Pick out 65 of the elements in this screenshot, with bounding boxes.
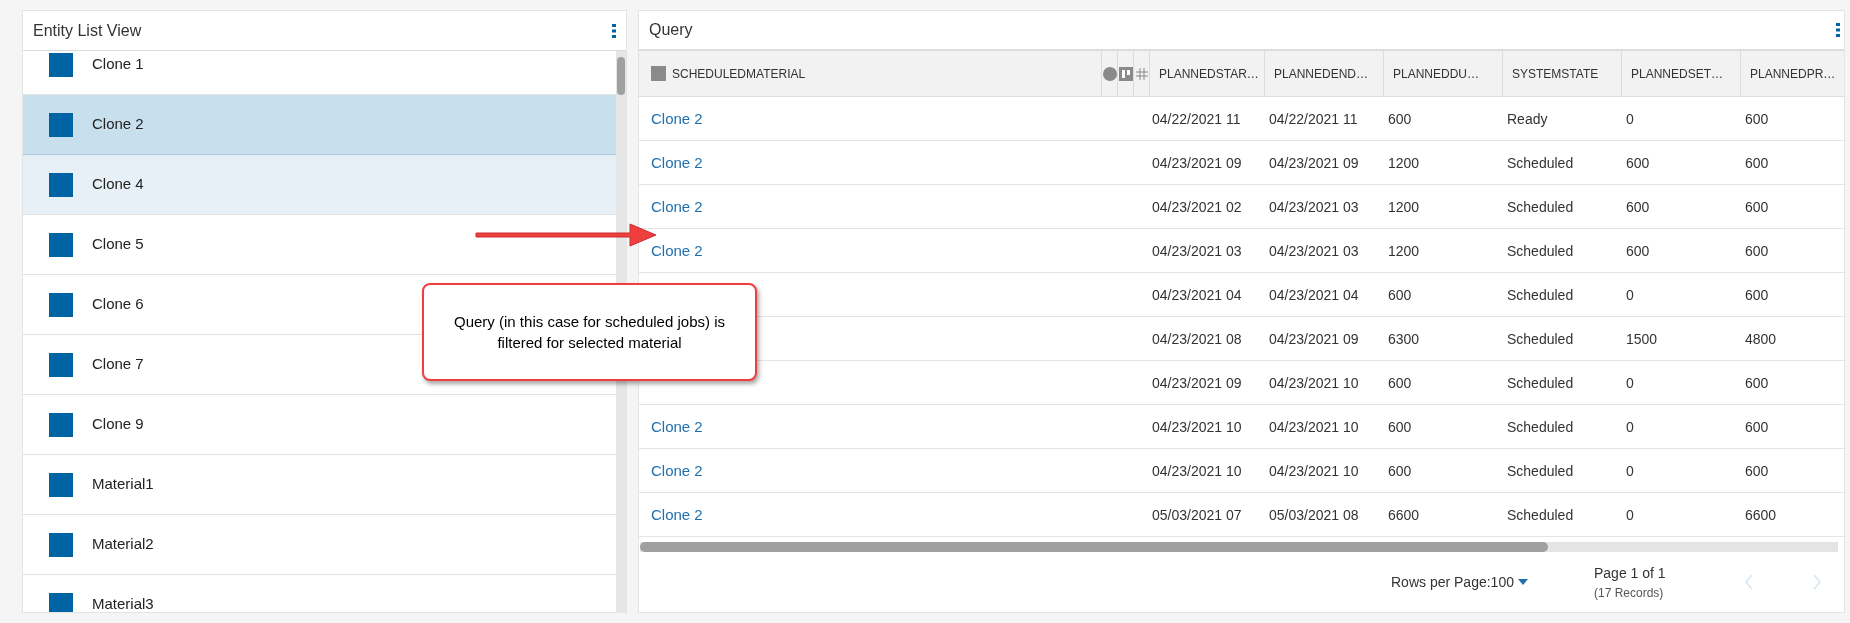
table-cell: Scheduled xyxy=(1507,462,1574,479)
table-cell: 600 xyxy=(1745,462,1769,479)
table-cell: 1200 xyxy=(1388,242,1420,259)
table-cell: 0 xyxy=(1626,462,1634,479)
table-cell: Scheduled xyxy=(1507,506,1574,523)
table-cell: 04/23/2021 10 xyxy=(1269,418,1359,435)
table-cell: 0 xyxy=(1626,374,1634,391)
table-cell: 04/23/2021 03 xyxy=(1269,242,1359,259)
page-indicator: Page 1 of 1 xyxy=(1593,563,1667,583)
table-cell: 04/22/2021 11 xyxy=(1152,110,1241,127)
table-cell: 600 xyxy=(1745,110,1769,127)
table-cell: 1500 xyxy=(1626,330,1658,347)
panel-title: Entity List View xyxy=(33,20,142,41)
table-cell: 6600 xyxy=(1745,506,1777,523)
table-cell: 04/23/2021 09 xyxy=(1152,374,1242,391)
table-cell: 04/23/2021 10 xyxy=(1152,462,1242,479)
annotation-tooltip: Query (in this case for scheduled jobs) is filtered for selected material xyxy=(422,283,757,381)
table-cell: 1200 xyxy=(1388,154,1420,171)
table-cell: 600 xyxy=(1745,198,1769,215)
table-cell: 600 xyxy=(1388,286,1412,303)
table-cell: 04/23/2021 08 xyxy=(1152,330,1242,347)
table-cell: 1200 xyxy=(1388,198,1420,215)
table-cell: 600 xyxy=(1388,418,1412,435)
table-cell: 0 xyxy=(1626,110,1634,127)
table-cell: 05/03/2021 08 xyxy=(1269,506,1359,523)
table-cell: 600 xyxy=(1745,286,1769,303)
table-cell: Scheduled xyxy=(1507,198,1574,215)
table-cell: 05/03/2021 07 xyxy=(1152,506,1242,523)
table-cell: 04/23/2021 04 xyxy=(1269,286,1359,303)
table-cell: 600 xyxy=(1388,110,1412,127)
table-cell: 04/23/2021 10 xyxy=(1152,418,1242,435)
table-cell: 600 xyxy=(1745,374,1769,391)
table-cell: 600 xyxy=(1388,462,1412,479)
table-cell: 600 xyxy=(1626,154,1650,171)
table-cell: 04/23/2021 09 xyxy=(1152,154,1242,171)
table-cell: Scheduled xyxy=(1507,286,1574,303)
table-cell: 0 xyxy=(1626,506,1634,523)
table-cell: 600 xyxy=(1745,154,1769,171)
table-cell: 600 xyxy=(1745,418,1769,435)
table-cell: Scheduled xyxy=(1507,242,1574,259)
table-cell: 4800 xyxy=(1745,330,1777,347)
table-cell: 600 xyxy=(1626,242,1650,259)
table-cell: 04/23/2021 10 xyxy=(1269,374,1359,391)
table-cell: 04/23/2021 03 xyxy=(1152,242,1242,259)
table-cell: 0 xyxy=(1626,418,1634,435)
table-cell: Scheduled xyxy=(1507,374,1574,391)
table-cell: 600 xyxy=(1745,242,1769,259)
table-cell: 04/23/2021 09 xyxy=(1269,154,1359,171)
table-cell: 600 xyxy=(1626,198,1650,215)
table-cell: 04/23/2021 02 xyxy=(1152,198,1242,215)
table-cell: 04/23/2021 03 xyxy=(1269,198,1359,215)
records-count: (17 Records) xyxy=(1593,584,1665,602)
table-cell: 600 xyxy=(1388,374,1412,391)
table-cell: 6300 xyxy=(1388,330,1420,347)
panel-title: Query xyxy=(649,20,693,40)
table-cell: Scheduled xyxy=(1507,330,1574,347)
table-cell: 04/23/2021 10 xyxy=(1269,462,1359,479)
table-cell: Scheduled xyxy=(1507,154,1574,171)
table-cell: Ready xyxy=(1507,110,1548,127)
table-cell: 04/23/2021 09 xyxy=(1269,330,1359,347)
table-cell: 04/22/2021 11 xyxy=(1269,110,1358,127)
table-cell: Scheduled xyxy=(1507,418,1574,435)
table-cell: 04/23/2021 04 xyxy=(1152,286,1242,303)
table-cell: 6600 xyxy=(1388,506,1420,523)
table-cell: 0 xyxy=(1626,286,1634,303)
